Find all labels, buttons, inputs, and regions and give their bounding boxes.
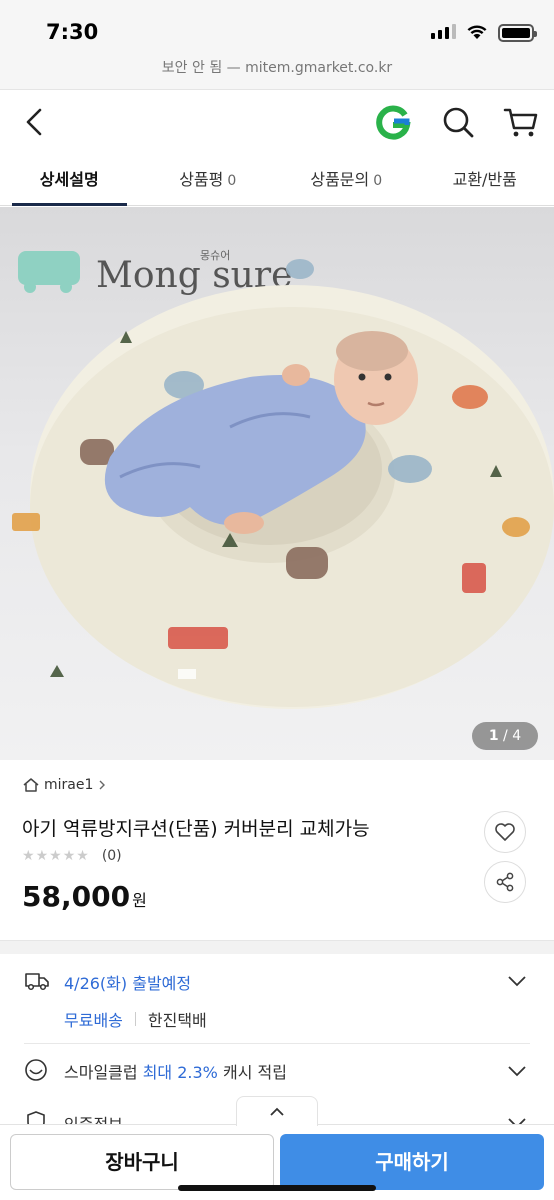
chevron-down-icon[interactable]: [506, 974, 528, 988]
product-title: 아기 역류방지쿠션(단품) 커버분리 교체가능: [22, 818, 370, 840]
gmarket-g-logo[interactable]: [374, 104, 412, 142]
chevron-right-icon: [99, 780, 106, 790]
detail-tabs: 상세설명 상품평 0 상품문의 0 교환/반품: [0, 154, 554, 206]
share-button[interactable]: [484, 861, 526, 903]
clock: 7:30: [46, 20, 99, 44]
tab-exchange-return[interactable]: 교환/반품: [416, 154, 554, 205]
star-icon: ★: [49, 848, 62, 864]
section-separator: [0, 940, 554, 954]
status-bar: 7:30: [0, 0, 554, 54]
heart-icon: [495, 823, 515, 841]
image-page-counter: 1 / 4: [472, 722, 538, 750]
back-icon[interactable]: [18, 104, 54, 140]
free-shipping-label: 무료배송: [64, 1011, 123, 1030]
product-price: 58,000 원: [22, 880, 147, 913]
smile-club-icon: [25, 1059, 47, 1081]
shipping-date: 4/26(화) 출발예정: [64, 974, 192, 993]
seller-link[interactable]: mirae1: [22, 777, 107, 793]
row-divider: [24, 1043, 530, 1044]
chevron-up-icon: [270, 1107, 284, 1116]
search-icon[interactable]: [440, 104, 476, 140]
seller-name: mirae1: [44, 777, 94, 793]
brand-logo-korean: 몽슈어: [200, 249, 230, 262]
shipping-details: 무료배송 한진택배: [64, 1007, 207, 1031]
buy-now-button[interactable]: 구매하기: [280, 1134, 544, 1190]
review-count[interactable]: (0): [102, 848, 122, 864]
cart-icon[interactable]: [502, 104, 540, 140]
star-icon: ★: [35, 848, 49, 864]
expand-handle[interactable]: [236, 1096, 318, 1126]
add-to-cart-button[interactable]: 장바구니: [10, 1134, 274, 1190]
home-icon: [23, 778, 39, 792]
product-photo-illustration: Mong sure 몽슈어: [12, 249, 554, 709]
star-icon: ★: [62, 848, 76, 864]
star-icon: ★: [76, 848, 89, 864]
chevron-down-icon[interactable]: [506, 1064, 528, 1078]
share-icon: [496, 872, 514, 892]
product-image[interactable]: Mong sure 몽슈어: [0, 207, 554, 760]
divider: [134, 1012, 136, 1026]
tab-reviews[interactable]: 상품평 0: [139, 154, 278, 205]
review-tab-count: 0: [227, 173, 237, 189]
carrier-name: 한진택배: [147, 1011, 207, 1030]
inquiry-tab-count: 0: [373, 173, 383, 189]
truck-icon: [25, 973, 49, 991]
battery-icon: [498, 24, 537, 42]
wishlist-button[interactable]: [484, 811, 526, 853]
smile-club-cashback: 스마일클럽 최대 2.3% 캐시 적립: [64, 1063, 287, 1082]
app-header: [0, 90, 554, 154]
star-icon: ★: [22, 848, 35, 864]
home-indicator: [178, 1185, 376, 1191]
cellular-signal-icon: [431, 24, 456, 39]
url-bar[interactable]: 보안 안 됨 — mitem.gmarket.co.kr: [0, 54, 554, 90]
tab-inquiries[interactable]: 상품문의 0: [277, 154, 416, 205]
wifi-icon: [467, 25, 487, 39]
tab-description[interactable]: 상세설명: [0, 154, 139, 206]
rating-stars: ★ ★ ★ ★ ★ (0): [22, 848, 122, 864]
